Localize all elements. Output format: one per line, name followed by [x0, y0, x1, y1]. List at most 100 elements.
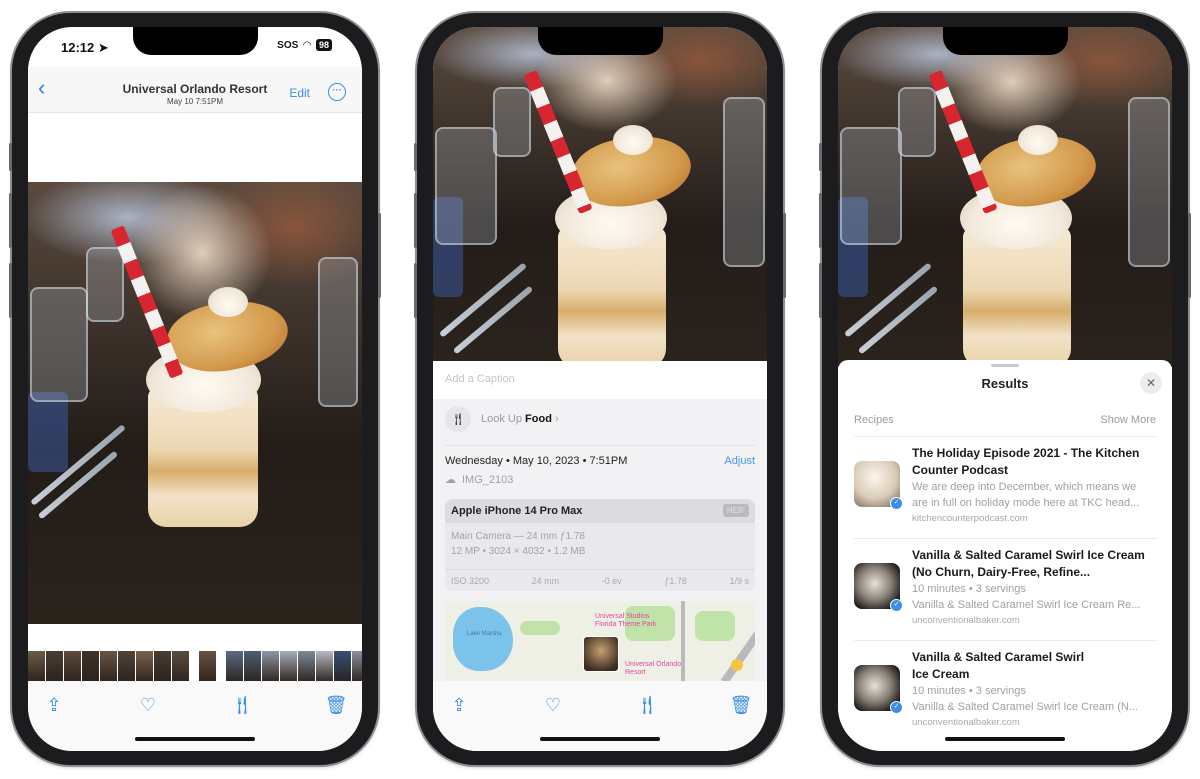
chevron-right-icon: › [555, 413, 559, 425]
sheet-title: Results [981, 376, 1029, 391]
map-photo-pin[interactable] [583, 636, 619, 672]
exif-focal: 24 mm [531, 575, 560, 586]
map-marker-icon [731, 659, 743, 671]
exif-aperture: ƒ1.78 [664, 575, 687, 586]
wifi-icon: ◠ [303, 39, 311, 51]
fork-knife-icon[interactable]: 🍴︎ [635, 693, 659, 717]
caption-input[interactable]: Add a Caption [433, 361, 767, 399]
volume-up-button [414, 193, 417, 248]
screen: Results ✕ Recipes Show More ✓ The Holida… [838, 27, 1172, 751]
lookup-prefix: Look Up [481, 413, 522, 425]
home-indicator [540, 737, 660, 741]
bottom-toolbar: ⇪ ♡ 🍴︎ 🗑︎ [433, 681, 767, 751]
format-badge: HEIF [722, 504, 749, 517]
trash-icon[interactable]: 🗑︎ [729, 693, 753, 717]
look-up-food-button[interactable]: 🍴︎ Look Up Food › [445, 406, 559, 432]
strip-thumbnail[interactable] [136, 651, 153, 683]
notch [538, 27, 663, 55]
ellipsis-circle-icon[interactable]: ··· [328, 83, 346, 101]
strip-thumbnail[interactable] [154, 651, 171, 683]
close-icon[interactable]: ✕ [1140, 372, 1162, 394]
show-more-button[interactable]: Show More [1100, 414, 1156, 426]
file-name-label: IMG_2103 [462, 473, 514, 486]
exif-ev: -0 ev [601, 575, 622, 586]
lens-info: Main Camera — 24 mm ƒ1.78 [451, 531, 585, 542]
exif-row: ISO 3200 24 mm -0 ev ƒ1.78 1/9 s [445, 569, 755, 591]
nav-bar: ‹ Universal Orlando Resort May 10 7:51PM… [28, 67, 362, 113]
fork-knife-icon[interactable]: 🍴︎ [230, 693, 254, 717]
strip-thumbnail[interactable] [262, 651, 279, 683]
milkshake-photo[interactable] [433, 27, 767, 361]
volume-down-button [9, 263, 12, 318]
result-item[interactable]: ✓ Vanilla & Salted Caramel Swirl Ice Cre… [854, 538, 1158, 636]
phone-photo-view: 12:12 ➤ SOS ◠ 98 ‹ Universal Orlando Res… [9, 13, 381, 765]
share-icon[interactable]: ⇪ [42, 693, 66, 717]
image-specs: 12 MP • 3024 × 4032 • 1.2 MB [451, 546, 586, 557]
strip-thumbnail[interactable] [298, 651, 315, 683]
strip-thumbnail[interactable] [316, 651, 333, 683]
notch [133, 27, 258, 55]
volume-up-button [819, 193, 822, 248]
photo-datetime: Wednesday • May 10, 2023 • 7:51PM [445, 455, 628, 467]
strip-thumbnail[interactable] [199, 651, 216, 683]
adjust-button[interactable]: Adjust [724, 455, 755, 467]
strip-thumbnail[interactable] [172, 651, 189, 683]
result-item[interactable]: ✓ Vanilla & Salted Caramel Swirl Ice Cre… [854, 640, 1158, 738]
result-title: Vanilla & Salted Caramel Swirl Ice Cream [912, 650, 1085, 681]
milkshake-photo[interactable] [28, 182, 362, 624]
strip-thumbnail[interactable] [226, 651, 243, 683]
result-source: kitchencounterpodcast.com [912, 513, 1028, 524]
strip-thumbnail[interactable] [352, 651, 362, 683]
sheet-grabber[interactable] [991, 364, 1019, 367]
status-time: 12:12 ➤ [61, 40, 109, 55]
status-indicators: SOS ◠ 98 [277, 39, 332, 51]
album-title: Universal Orlando Resort [122, 82, 268, 96]
screen: 12:12 ➤ SOS ◠ 98 ‹ Universal Orlando Res… [28, 27, 362, 751]
strip-thumbnail[interactable] [46, 651, 63, 683]
strip-thumbnail[interactable] [244, 651, 261, 683]
bottom-toolbar: ⇪ ♡ 🍴︎ 🗑︎ [28, 681, 362, 751]
volume-down-button [414, 263, 417, 318]
heart-icon[interactable]: ♡ [136, 693, 160, 717]
result-line: Vanilla & Salted Caramel Swirl Ice Cream… [912, 701, 1138, 713]
section-header: Recipes Show More [854, 414, 1156, 426]
strip-thumbnail[interactable] [28, 651, 45, 683]
strip-gap [217, 651, 225, 683]
poi-universal-studios[interactable]: Universal Studios Florida Theme Park [595, 613, 670, 629]
volume-up-button [9, 193, 12, 248]
poi-universal-orlando[interactable]: Universal Orlando Resort [625, 661, 695, 677]
share-icon[interactable]: ⇪ [447, 693, 471, 717]
park-area [520, 621, 560, 635]
camera-model: Apple iPhone 14 Pro Max [451, 505, 583, 517]
heart-icon[interactable]: ♡ [541, 693, 565, 717]
fork-knife-icon: 🍴︎ [445, 406, 471, 432]
strip-thumbnail[interactable] [82, 651, 99, 683]
location-map[interactable]: Lake Marsha Universal Studios Florida Th… [445, 601, 755, 681]
safari-badge-icon: ✓ [890, 701, 903, 714]
trash-icon[interactable]: 🗑︎ [324, 693, 348, 717]
strip-thumbnail[interactable] [280, 651, 297, 683]
result-line: We are deep into December, which means w… [912, 481, 1137, 493]
strip-thumbnail[interactable] [64, 651, 81, 683]
edit-button[interactable]: Edit [289, 86, 310, 100]
action-button [9, 143, 12, 171]
photo-date: May 10 7:51PM [166, 97, 224, 106]
strip-thumbnail[interactable] [100, 651, 117, 683]
strip-thumbnail[interactable] [118, 651, 135, 683]
screen: Add a Caption 🍴︎ Look Up Food › Wednesda… [433, 27, 767, 751]
milkshake-photo[interactable] [838, 27, 1172, 367]
results-sheet: Results ✕ Recipes Show More ✓ The Holida… [838, 360, 1172, 751]
strip-thumbnail[interactable] [334, 651, 351, 683]
result-source: unconventionalbaker.com [912, 717, 1020, 728]
safari-badge-icon: ✓ [890, 599, 903, 612]
result-title: The Holiday Episode 2021 - The Kitchen C… [912, 446, 1140, 477]
section-label: Recipes [854, 414, 894, 426]
lookup-subject: Food [525, 413, 552, 425]
safari-badge-icon: ✓ [890, 497, 903, 510]
exif-shutter: 1/9 s [729, 575, 749, 586]
thumbnail-strip[interactable] [28, 651, 362, 683]
park-area [695, 611, 735, 641]
result-line: Vanilla & Salted Caramel Swirl Ice Cream… [912, 599, 1141, 611]
home-indicator [945, 737, 1065, 741]
result-item[interactable]: ✓ The Holiday Episode 2021 - The Kitchen… [854, 436, 1158, 534]
